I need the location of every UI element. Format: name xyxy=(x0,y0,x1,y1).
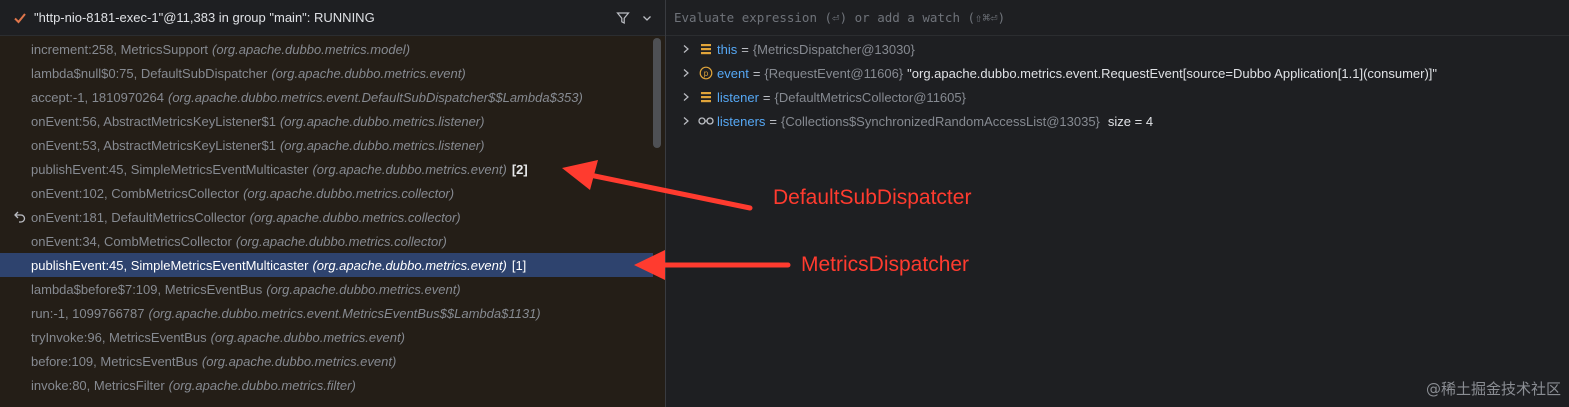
stack-frames-list: increment:258, MetricsSupport (org.apache… xyxy=(0,37,665,397)
frame-location: run:-1, 1099766787 xyxy=(31,305,145,321)
chevron-right-icon[interactable] xyxy=(678,44,694,54)
frame-package: (org.apache.dubbo.metrics.listener) xyxy=(279,113,485,129)
frames-panel: "http-nio-8181-exec-1"@11,383 in group "… xyxy=(0,0,665,407)
chevron-right-icon[interactable] xyxy=(678,68,694,78)
annotation-default-sub-dispatcher: DefaultSubDispatcter xyxy=(773,186,972,209)
chevron-right-icon[interactable] xyxy=(678,92,694,102)
stack-frame[interactable]: invoke:80, MetricsFilter (org.apache.dubb… xyxy=(0,373,665,397)
frame-location: publishEvent:45, SimpleMetricsEventMulti… xyxy=(31,257,309,273)
frame-location: publishEvent:45, SimpleMetricsEventMulti… xyxy=(31,161,309,177)
frame-package: (org.apache.dubbo.metrics.event) xyxy=(312,257,507,273)
frame-package: (org.apache.dubbo.metrics.model) xyxy=(212,41,411,57)
variable-type: {MetricsDispatcher@13030} xyxy=(752,41,915,57)
chevron-down-icon[interactable] xyxy=(635,6,659,30)
annotation-metrics-dispatcher: MetricsDispatcher xyxy=(801,253,970,276)
variable-size: size = 4 xyxy=(1107,113,1154,129)
variable-name: listeners xyxy=(717,113,766,129)
watermark: @稀土掘金技术社区 xyxy=(1425,380,1561,398)
variable-value: "org.apache.dubbo.metrics.event.RequestE… xyxy=(907,65,1438,81)
frame-location: onEvent:53, AbstractMetricsKeyListener$1 xyxy=(31,137,276,153)
frame-package: (org.apache.dubbo.metrics.collector) xyxy=(235,233,447,249)
variable-type: {DefaultMetricsCollector@11605} xyxy=(774,89,966,105)
variable-row[interactable]: this = {MetricsDispatcher@13030} xyxy=(666,37,1437,61)
frame-recursion-badge: [2] xyxy=(511,161,528,177)
frame-package: (org.apache.dubbo.metrics.collector) xyxy=(249,209,461,225)
stack-frame[interactable]: onEvent:34, CombMetricsCollector (org.apa… xyxy=(0,229,665,253)
variable-name: event xyxy=(717,65,749,81)
stack-frame[interactable]: tryInvoke:96, MetricsEventBus (org.apache… xyxy=(0,325,665,349)
expression-placeholder: Evaluate expression (⏎) or add a watch (… xyxy=(674,10,1006,25)
frames-scrollbar[interactable] xyxy=(653,38,661,148)
frame-package: (org.apache.dubbo.metrics.event) xyxy=(312,161,507,177)
stack-frame[interactable]: onEvent:181, DefaultMetricsCollector (org… xyxy=(0,205,665,229)
filter-icon[interactable] xyxy=(611,6,635,30)
stack-frame[interactable]: onEvent:102, CombMetricsCollector (org.ap… xyxy=(0,181,665,205)
chevron-right-icon[interactable] xyxy=(678,116,694,126)
frame-package: (org.apache.dubbo.metrics.event.DefaultS… xyxy=(168,89,583,105)
thread-selector[interactable]: "http-nio-8181-exec-1"@11,383 in group "… xyxy=(34,10,611,25)
equals-sign: = xyxy=(752,65,761,81)
stack-frame[interactable]: onEvent:56, AbstractMetricsKeyListener$1… xyxy=(0,109,665,133)
stack-frame[interactable]: publishEvent:45, SimpleMetricsEventMulti… xyxy=(0,253,653,277)
frame-package: (org.apache.dubbo.metrics.event) xyxy=(201,353,397,369)
evaluate-expression-input[interactable]: Evaluate expression (⏎) or add a watch (… xyxy=(666,0,1569,36)
stack-frame[interactable]: increment:258, MetricsSupport (org.apache… xyxy=(0,37,665,61)
frame-package: (org.apache.dubbo.metrics.event) xyxy=(271,65,466,81)
frame-location: invoke:80, MetricsFilter xyxy=(31,377,165,393)
variable-row[interactable]: p event = {RequestEvent@11606} "org.apache.d… xyxy=(666,61,1437,85)
stack-frame[interactable]: publishEvent:45, SimpleMetricsEventMulti… xyxy=(0,157,665,181)
thread-header[interactable]: "http-nio-8181-exec-1"@11,383 in group "… xyxy=(0,0,665,36)
frame-location: onEvent:56, AbstractMetricsKeyListener$1 xyxy=(31,113,276,129)
frame-package: (org.apache.dubbo.metrics.event.MetricsE… xyxy=(148,305,541,321)
watch-glasses-icon xyxy=(698,113,714,129)
frame-location: before:109, MetricsEventBus xyxy=(31,353,198,369)
frame-recursion-badge: [1] xyxy=(511,257,527,273)
variable-type: {Collections$SynchronizedRandomAccessLis… xyxy=(781,113,1100,129)
reset-frame-icon[interactable] xyxy=(13,209,27,223)
svg-text:p: p xyxy=(704,69,709,78)
frame-location: onEvent:181, DefaultMetricsCollector xyxy=(31,209,246,225)
parameter-icon: p xyxy=(698,65,714,81)
frame-location: onEvent:102, CombMetricsCollector xyxy=(31,185,240,201)
equals-sign: = xyxy=(769,113,778,129)
variable-row[interactable]: listener = {DefaultMetricsCollector@11605} xyxy=(666,85,1437,109)
frame-location: tryInvoke:96, MetricsEventBus xyxy=(31,329,207,345)
frame-package: (org.apache.dubbo.metrics.filter) xyxy=(168,377,356,393)
frame-location: lambda$null$0:75, DefaultSubDispatcher xyxy=(31,65,268,81)
check-icon xyxy=(12,10,28,26)
equals-sign: = xyxy=(762,89,771,105)
stack-frame[interactable]: before:109, MetricsEventBus (org.apache.d… xyxy=(0,349,665,373)
frame-location: accept:-1, 1810970264 xyxy=(31,89,164,105)
frame-package: (org.apache.dubbo.metrics.listener) xyxy=(279,137,485,153)
stack-frame[interactable]: run:-1, 1099766787 (org.apache.dubbo.metr… xyxy=(0,301,665,325)
field-icon xyxy=(698,41,714,57)
variables-list: this = {MetricsDispatcher@13030} p event = {Re… xyxy=(666,37,1437,133)
frame-location: onEvent:34, CombMetricsCollector xyxy=(31,233,232,249)
frame-location: increment:258, MetricsSupport xyxy=(31,41,209,57)
stack-frame[interactable]: lambda$null$0:75, DefaultSubDispatcher (o… xyxy=(0,61,665,85)
variable-name: this xyxy=(717,41,738,57)
stack-frame[interactable]: onEvent:53, AbstractMetricsKeyListener$1… xyxy=(0,133,665,157)
field-icon xyxy=(698,89,714,105)
stack-frame[interactable]: lambda$before$7:109, MetricsEventBus (org… xyxy=(0,277,665,301)
frame-package: (org.apache.dubbo.metrics.collector) xyxy=(243,185,455,201)
frame-package: (org.apache.dubbo.metrics.event) xyxy=(266,281,461,297)
equals-sign: = xyxy=(741,41,749,57)
stack-frame[interactable]: accept:-1, 1810970264 (org.apache.dubbo.m… xyxy=(0,85,665,109)
frame-package: (org.apache.dubbo.metrics.event) xyxy=(210,329,405,345)
variable-type: {RequestEvent@11606} xyxy=(764,65,904,81)
frame-location: lambda$before$7:109, MetricsEventBus xyxy=(31,281,263,297)
variable-row[interactable]: listeners = {Collections$SynchronizedRando… xyxy=(666,109,1437,133)
variable-name: listener xyxy=(717,89,759,105)
